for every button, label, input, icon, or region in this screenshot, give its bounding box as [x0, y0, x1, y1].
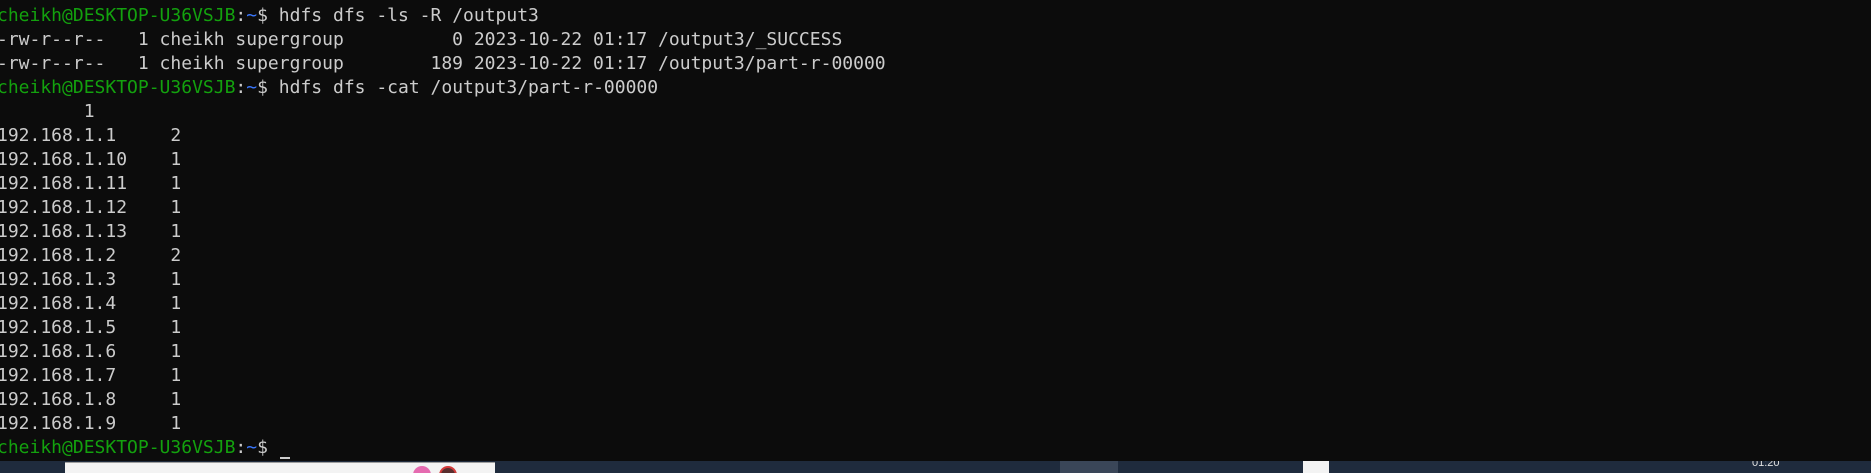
output-text: 192.168.1.3 1: [0, 269, 182, 290]
output-text: 192.168.1.13 1: [0, 221, 182, 242]
prompt-symbol: $: [257, 77, 279, 98]
output-text: 192.168.1.1 2: [0, 125, 182, 146]
command-text: hdfs dfs -ls -R /output3: [278, 5, 539, 26]
taskbar-clock: 01:20: [1752, 461, 1780, 469]
output-line: 1: [0, 100, 886, 124]
prompt-separator: :: [235, 5, 247, 26]
prompt-user-host: cheikh@DESKTOP-U36VSJB: [0, 77, 236, 98]
output-line: 192.168.1.11 1: [0, 172, 886, 196]
taskbar-window-preview[interactable]: [65, 462, 495, 473]
output-text: 192.168.1.12 1: [0, 197, 182, 218]
prompt-user-host: cheikh@DESKTOP-U36VSJB: [0, 437, 236, 458]
output-line: 192.168.1.3 1: [0, 268, 886, 292]
output-text: 192.168.1.4 1: [0, 293, 182, 314]
taskbar-button[interactable]: [1303, 461, 1329, 473]
taskbar-button[interactable]: [1060, 461, 1118, 473]
output-line: -rw-r--r-- 1 cheikh supergroup 0 2023-10…: [0, 28, 886, 52]
prompt-line: cheikh@DESKTOP-U36VSJB:~$ hdfs dfs -cat …: [0, 76, 886, 100]
output-line: 192.168.1.1 2: [0, 124, 886, 148]
output-line: 192.168.1.6 1: [0, 340, 886, 364]
taskbar: 01:20: [0, 461, 1871, 473]
output-line: 192.168.1.8 1: [0, 388, 886, 412]
output-text: 192.168.1.9 1: [0, 413, 182, 434]
output-text: 192.168.1.11 1: [0, 173, 182, 194]
output-line: 192.168.1.12 1: [0, 196, 886, 220]
app-icon: [439, 466, 457, 473]
prompt-path: ~: [246, 437, 258, 458]
output-line: 192.168.1.13 1: [0, 220, 886, 244]
output-text: -rw-r--r-- 1 cheikh supergroup 0 2023-10…: [0, 29, 843, 50]
output-text: 192.168.1.6 1: [0, 341, 182, 362]
terminal-output: cheikh@DESKTOP-U36VSJB:~$ hdfs dfs -ls -…: [0, 4, 886, 460]
command-text: hdfs dfs -cat /output3/part-r-00000: [278, 77, 659, 98]
output-line: 192.168.1.4 1: [0, 292, 886, 316]
output-line: 192.168.1.2 2: [0, 244, 886, 268]
output-text: 192.168.1.10 1: [0, 149, 182, 170]
prompt-line: cheikh@DESKTOP-U36VSJB:~$ hdfs dfs -ls -…: [0, 4, 886, 28]
output-text: 192.168.1.5 1: [0, 317, 182, 338]
output-text: 192.168.1.2 2: [0, 245, 182, 266]
prompt-line: cheikh@DESKTOP-U36VSJB:~$: [0, 436, 886, 460]
prompt-symbol: $: [257, 437, 279, 458]
output-line: -rw-r--r-- 1 cheikh supergroup 189 2023-…: [0, 52, 886, 76]
text-cursor: [279, 457, 290, 459]
prompt-path: ~: [246, 5, 258, 26]
output-line: 192.168.1.7 1: [0, 364, 886, 388]
prompt-separator: :: [235, 77, 247, 98]
output-line: 192.168.1.5 1: [0, 316, 886, 340]
output-line: 192.168.1.10 1: [0, 148, 886, 172]
output-text: 1: [0, 101, 95, 122]
prompt-path: ~: [246, 77, 258, 98]
output-line: 192.168.1.9 1: [0, 412, 886, 436]
output-text: 192.168.1.7 1: [0, 365, 182, 386]
terminal-window[interactable]: cheikh@DESKTOP-U36VSJB:~$ hdfs dfs -ls -…: [0, 0, 1871, 461]
output-text: 192.168.1.8 1: [0, 389, 182, 410]
app-icon: [413, 466, 431, 473]
prompt-symbol: $: [257, 5, 279, 26]
prompt-separator: :: [235, 437, 247, 458]
prompt-user-host: cheikh@DESKTOP-U36VSJB: [0, 5, 236, 26]
output-text: -rw-r--r-- 1 cheikh supergroup 189 2023-…: [0, 53, 886, 74]
